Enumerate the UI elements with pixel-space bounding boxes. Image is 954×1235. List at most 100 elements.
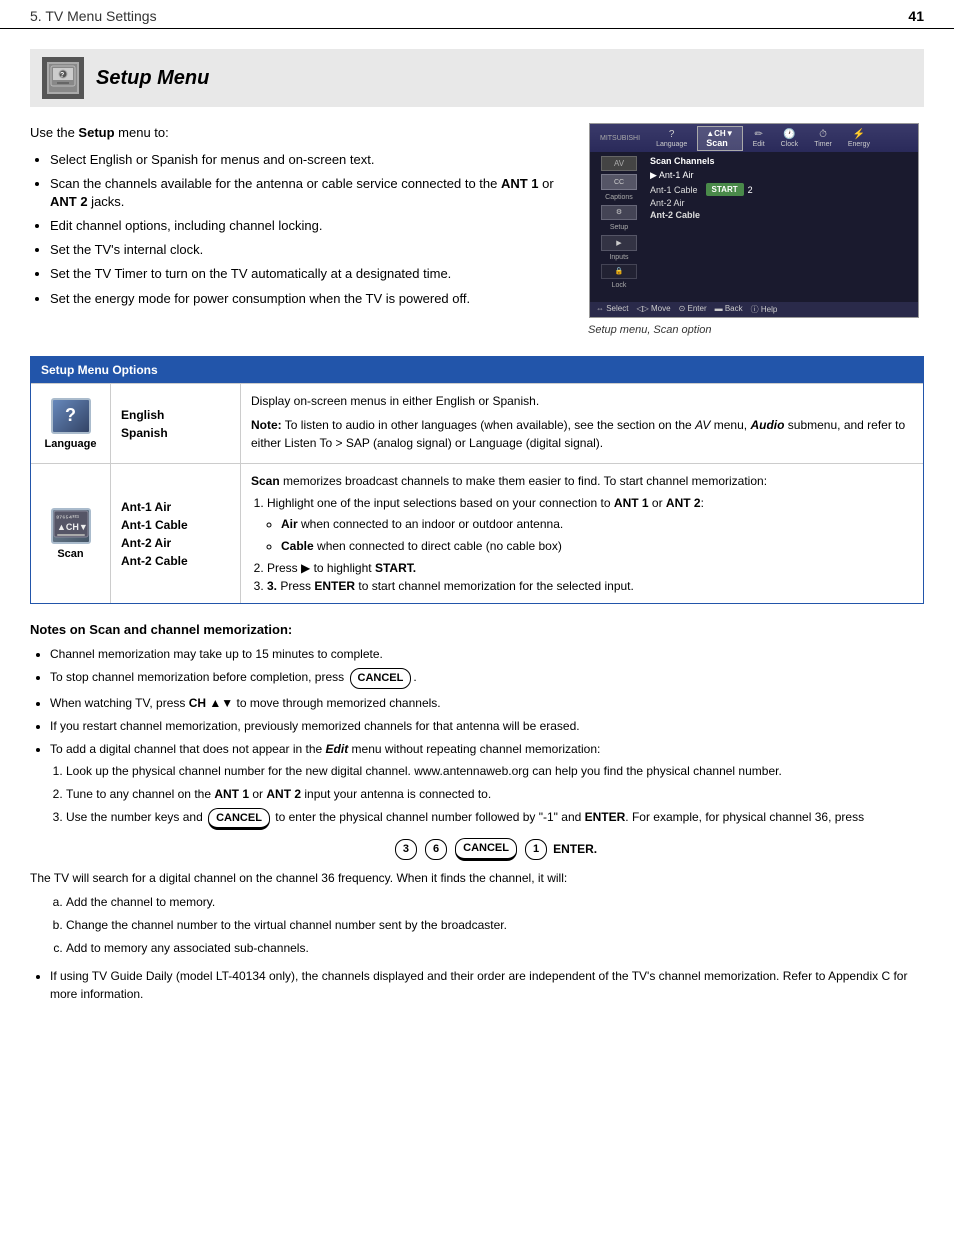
options-table: Setup Menu Options ? Language English Sp… xyxy=(30,356,924,604)
bullet-1: Select English or Spanish for menus and … xyxy=(50,151,564,169)
tv-ch-ant1cable: Ant-1 Cable START 2 xyxy=(650,183,914,196)
bullet-2: Scan the channels available for the ante… xyxy=(50,175,564,211)
note-5: To add a digital channel that does not a… xyxy=(50,740,924,861)
svg-text:?: ? xyxy=(60,72,64,79)
key-6: 6 xyxy=(425,839,447,860)
tv-label-inputs: Inputs xyxy=(609,254,628,261)
language-desc-cell: Display on-screen menus in either Englis… xyxy=(241,384,923,463)
scan-label: Scan xyxy=(57,548,83,560)
screenshot-caption: Setup menu, Scan option xyxy=(584,324,924,336)
note-1: Channel memorization may take up to 15 m… xyxy=(50,645,924,663)
scan-val-ant2cable: Ant-2 Cable xyxy=(121,552,230,570)
tv-menu-bar: MITSUBISHI ? Language ▲CH▼ Scan ✏ Edit xyxy=(590,124,918,152)
scan-step-2: Press ▶ to highlight START. xyxy=(267,559,913,577)
section-icon-box: ? xyxy=(42,57,84,99)
tv-menu-timer: ⏱ Timer xyxy=(808,127,838,150)
finds-c: Add to memory any associated sub-channel… xyxy=(66,939,924,957)
finds-b: Change the channel number to the virtual… xyxy=(66,916,924,934)
page-header: 5. TV Menu Settings 41 xyxy=(0,0,954,29)
tv-ch-ant2cable: Ant-2 Cable xyxy=(650,210,914,220)
language-val-english: English xyxy=(121,406,230,424)
add-step-1: Look up the physical channel number for … xyxy=(66,762,924,780)
tv-icon-av: AV xyxy=(601,156,637,171)
section-title: Setup Menu xyxy=(96,67,209,90)
note-4: If you restart channel memorization, pre… xyxy=(50,717,924,735)
tv-bottom-bar: ⇔ Select ◁▷ Move ⊙ Enter ▬ Back ⓘ Help xyxy=(590,302,918,317)
tv-ch-ant1air: ▶ Ant-1 Air xyxy=(650,170,914,181)
notes-bullets: Channel memorization may take up to 15 m… xyxy=(50,645,924,861)
scan-values-cell: Ant-1 Air Ant-1 Cable Ant-2 Air Ant-2 Ca… xyxy=(111,464,241,603)
scan-val-ant2air: Ant-2 Air xyxy=(121,534,230,552)
key-enter: ENTER. xyxy=(553,840,597,858)
language-icon: ? xyxy=(51,398,91,434)
tv-menu-edit: ✏ Edit xyxy=(747,127,771,150)
bullet-3: Edit channel options, including channel … xyxy=(50,217,564,235)
key-3: 3 xyxy=(395,839,417,860)
tv-icon-cc: CC xyxy=(601,174,637,189)
scan-val-ant1air: Ant-1 Air xyxy=(121,498,230,516)
tv-menu-language: ? Language xyxy=(650,127,693,150)
scan-step-3: 3. Press ENTER to start channel memoriza… xyxy=(267,577,913,595)
tv-menu-mitsubishi: MITSUBISHI xyxy=(594,133,646,144)
tv-menu-energy: ⚡ Energy xyxy=(842,127,876,150)
scan-step-1b: Cable when connected to direct cable (no… xyxy=(281,537,913,555)
add-digital-steps: Look up the physical channel number for … xyxy=(66,762,924,861)
language-desc-main: Display on-screen menus in either Englis… xyxy=(251,392,913,410)
intro-paragraph: Use the Setup menu to: xyxy=(30,123,564,143)
bullet-4: Set the TV's internal clock. xyxy=(50,241,564,259)
scan-desc-main: Scan memorizes broadcast channels to mak… xyxy=(251,472,913,490)
key-1: 1 xyxy=(525,839,547,860)
language-desc-note: Note: To listen to audio in other langua… xyxy=(251,416,913,452)
notes-final: If using TV Guide Daily (model LT-40134 … xyxy=(50,967,924,1003)
tv-search-para: The TV will search for a digital channel… xyxy=(30,869,924,887)
scan-val-ant1cable: Ant-1 Cable xyxy=(121,516,230,534)
scan-step-1: Highlight one of the input selections ba… xyxy=(267,494,913,555)
tv-start-btn: START xyxy=(706,183,744,196)
notes-heading: Notes on Scan and channel memorization: xyxy=(30,622,924,637)
key-cancel: CANCEL xyxy=(455,838,517,861)
tv-menu-clock: 🕐 Clock xyxy=(775,127,805,150)
tv-screenshot: MITSUBISHI ? Language ▲CH▼ Scan ✏ Edit xyxy=(589,123,919,318)
scan-row: ⁸⁷⁶⁵⁴³²¹ ▲CH▼ Scan Ant-1 Air Ant-1 Cable… xyxy=(31,463,923,603)
finds-a: Add the channel to memory. xyxy=(66,893,924,911)
main-content: ? Setup Menu Use the Setup menu to: Sele… xyxy=(0,39,954,1037)
setup-menu-icon: ? xyxy=(47,62,79,94)
page-number: 41 xyxy=(908,8,924,24)
tv-scan-title: Scan Channels xyxy=(650,156,914,166)
note-final: If using TV Guide Daily (model LT-40134 … xyxy=(50,967,924,1003)
tv-left-icons: AV CC Captions ⚙ Setup ▶ Inputs 🔒 Lock xyxy=(594,156,644,289)
language-values-cell: English Spanish xyxy=(111,384,241,463)
cancel-key: CANCEL xyxy=(350,668,412,689)
intro-image: MITSUBISHI ? Language ▲CH▼ Scan ✏ Edit xyxy=(584,123,924,336)
tv-ch-ant2air: Ant-2 Air xyxy=(650,198,914,208)
key-sequence: 3 6 CANCEL 1 ENTER. xyxy=(66,838,924,861)
scan-icon: ⁸⁷⁶⁵⁴³²¹ ▲CH▼ xyxy=(51,508,91,544)
tv-label-setup: Setup xyxy=(610,223,628,232)
tv-label-captions: Captions xyxy=(605,193,633,202)
section-heading: ? Setup Menu xyxy=(30,49,924,107)
language-label: Language xyxy=(45,438,97,450)
svg-text:▲CH▼: ▲CH▼ xyxy=(57,522,88,532)
tv-finds-bullets: Add the channel to memory. Change the ch… xyxy=(66,893,924,957)
scan-steps: Highlight one of the input selections ba… xyxy=(267,494,913,595)
scan-icon-cell: ⁸⁷⁶⁵⁴³²¹ ▲CH▼ Scan xyxy=(31,464,111,603)
add-step-2: Tune to any channel on the ANT 1 or ANT … xyxy=(66,785,924,803)
tv-content-area: AV CC Captions ⚙ Setup ▶ Inputs 🔒 Lock S… xyxy=(590,152,918,293)
options-table-header: Setup Menu Options xyxy=(31,357,923,383)
tv-label-lock: Lock xyxy=(612,282,627,289)
tv-icon-inputs: ▶ xyxy=(601,235,637,250)
scan-desc-cell: Scan memorizes broadcast channels to mak… xyxy=(241,464,923,603)
bullet-5: Set the TV Timer to turn on the TV autom… xyxy=(50,265,564,283)
bullet-6: Set the energy mode for power consumptio… xyxy=(50,290,564,308)
chapter-title: 5. TV Menu Settings xyxy=(30,8,157,24)
add-step-3: Use the number keys and CANCEL to enter … xyxy=(66,808,924,861)
language-icon-cell: ? Language xyxy=(31,384,111,463)
intro-text: Use the Setup menu to: Select English or… xyxy=(30,123,564,336)
intro-section: Use the Setup menu to: Select English or… xyxy=(30,123,924,336)
note-3: When watching TV, press CH ▲▼ to move th… xyxy=(50,694,924,712)
tv-icon-setup: ⚙ xyxy=(601,205,637,220)
notes-section: Notes on Scan and channel memorization: … xyxy=(30,622,924,1003)
language-val-spanish: Spanish xyxy=(121,424,230,442)
intro-bullets: Select English or Spanish for menus and … xyxy=(50,151,564,308)
svg-text:⁸⁷⁶⁵⁴³²¹: ⁸⁷⁶⁵⁴³²¹ xyxy=(56,515,80,522)
